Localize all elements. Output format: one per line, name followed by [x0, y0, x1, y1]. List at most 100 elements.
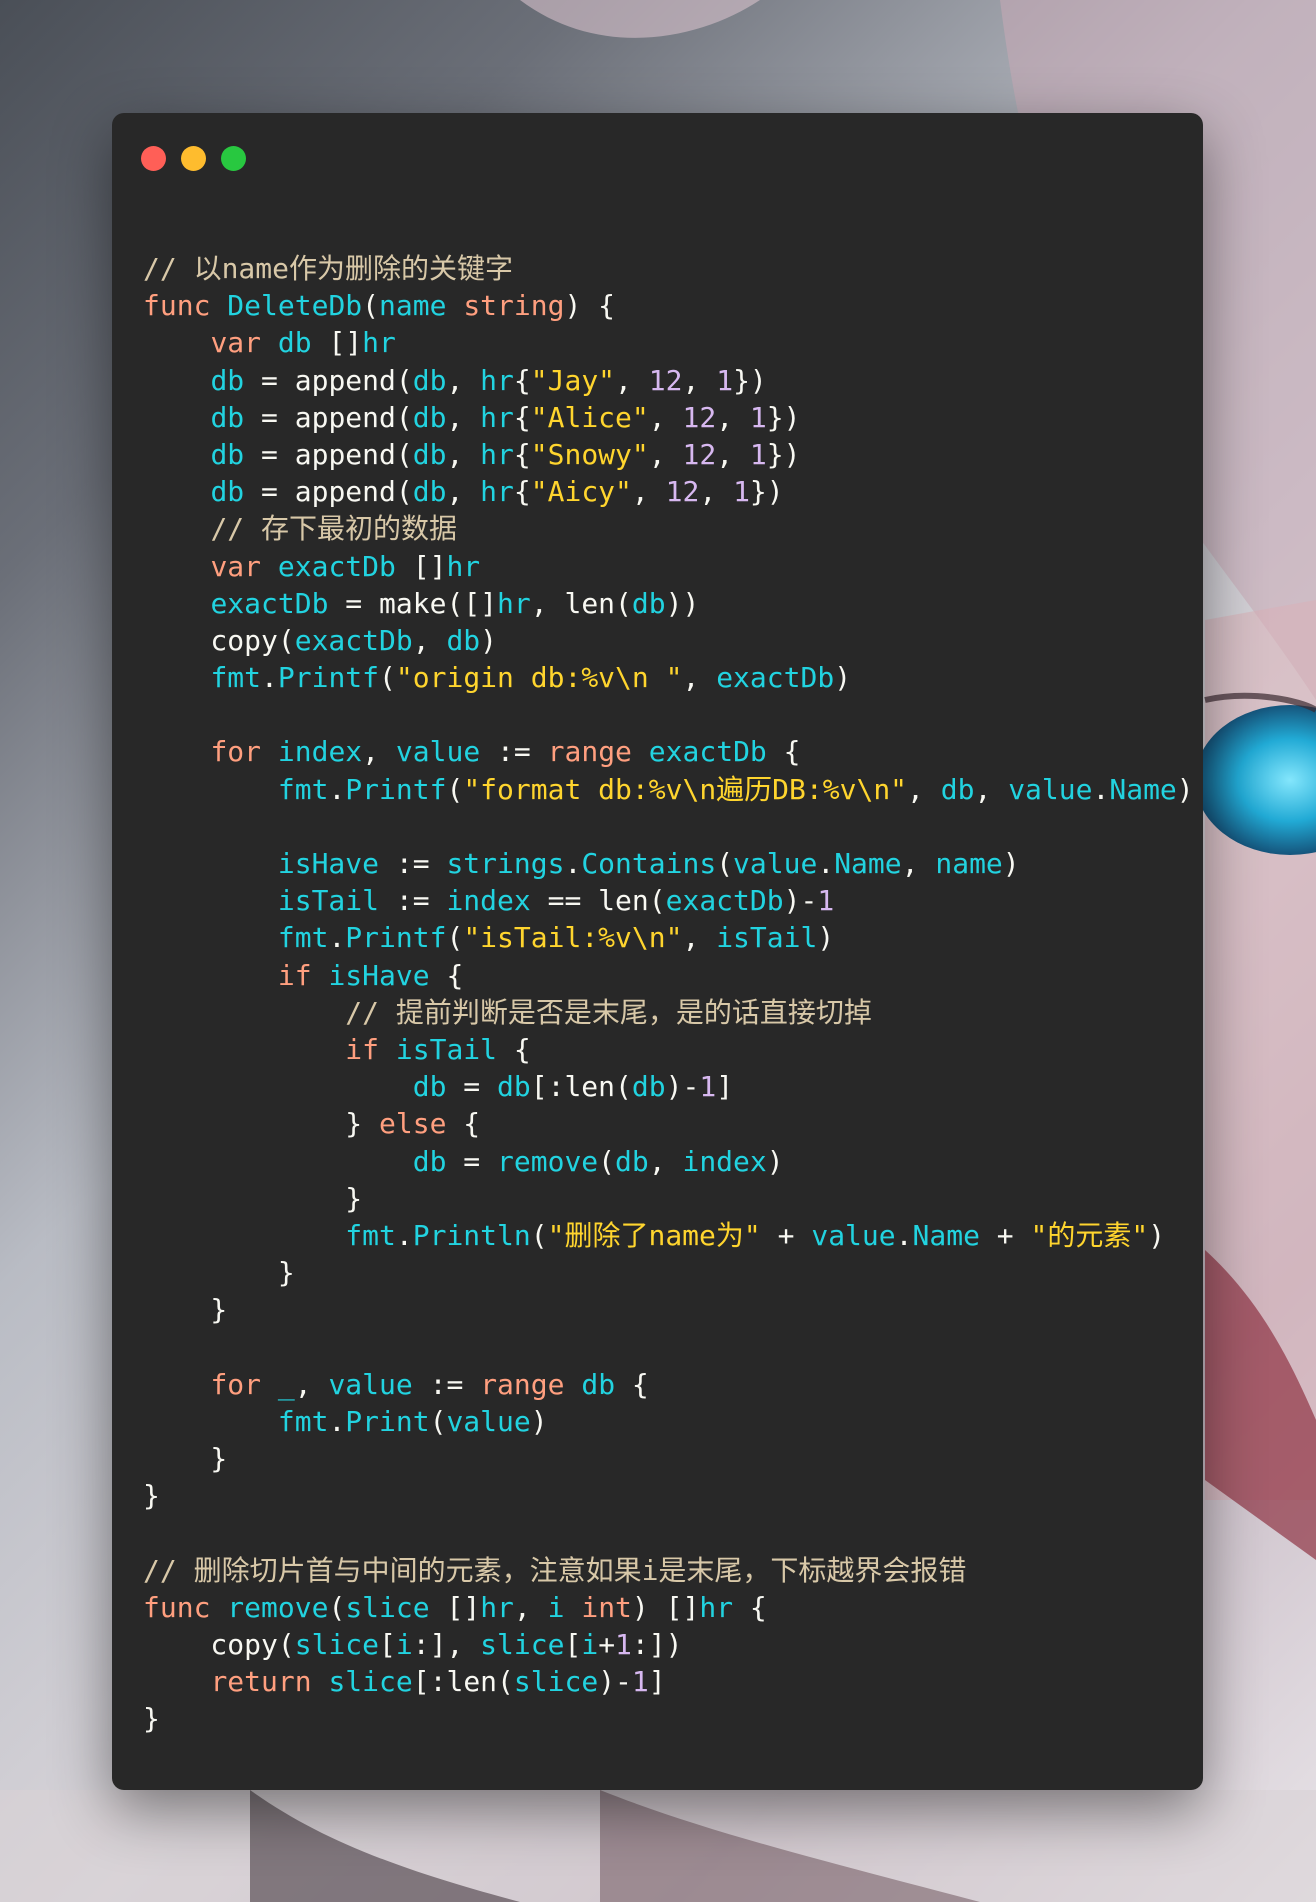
code-token-ident: db — [412, 1144, 447, 1178]
code-token-keyword: var — [210, 549, 278, 583]
code-token-ident: exactDb — [716, 661, 835, 695]
code-token-default: { — [513, 475, 531, 509]
code-token-string: "Alice" — [530, 400, 649, 434]
code-token-default: . — [817, 847, 835, 880]
code-token-default: } — [143, 1479, 160, 1513]
code-token-default: } — [143, 1181, 363, 1215]
code-token-default: + — [979, 1218, 1031, 1252]
code-token-ident: db — [412, 1070, 447, 1104]
code-token-ident: isHave — [277, 847, 380, 880]
code-token-number: 12 — [648, 363, 683, 397]
code-token-default: , — [682, 661, 717, 695]
code-token-default: . — [564, 847, 582, 880]
code-token-default: { — [446, 1107, 481, 1141]
code-token-ident: slice — [345, 1590, 447, 1624]
code-token-string: "Jay" — [530, 363, 616, 397]
code-token-default: )) — [665, 586, 700, 620]
code-token-default: , — [901, 847, 936, 880]
code-token-keyword: func — [143, 1590, 228, 1624]
code-token-ident: hr — [446, 549, 481, 583]
code-token-default: ) — [480, 623, 498, 657]
code-token-default: { — [766, 735, 801, 769]
code-token-ident: Name — [912, 1218, 980, 1252]
code-token-string: "origin db:%v\n " — [395, 661, 683, 695]
code-token-default: = make([] — [328, 586, 498, 620]
zoom-button[interactable] — [221, 146, 246, 171]
code-token-default: { — [513, 400, 531, 434]
code-token-default: . — [395, 1218, 413, 1252]
code-token-default: :]) — [631, 1627, 683, 1661]
code-token-default — [143, 1368, 210, 1401]
code-token-default: , — [362, 735, 396, 769]
code-token-number: 1 — [817, 884, 835, 918]
code-token-number: 1 — [631, 1665, 649, 1699]
code-token-ident: slice — [328, 1665, 413, 1699]
code-token-number: 12 — [682, 400, 717, 434]
code-token-keyword: var — [210, 326, 278, 360]
code-token-ident: isHave — [328, 958, 430, 992]
code-token-default: ) — [1002, 847, 1020, 880]
code-token-number: 1 — [615, 1627, 632, 1661]
code-token-default: , — [615, 363, 649, 397]
code-token-ident: hr — [480, 400, 514, 434]
code-token-default: } — [143, 1256, 295, 1290]
code-token-ident: isTail — [277, 884, 380, 918]
code-token-default — [143, 884, 278, 917]
code-token-default: ( — [362, 289, 380, 323]
code-token-default: , — [907, 772, 941, 806]
code-token-ident: exactDb — [277, 549, 413, 583]
code-token-type: string — [463, 289, 565, 323]
code-token-default: } — [143, 1442, 228, 1475]
code-token-default: [:len( — [530, 1070, 632, 1104]
code-token-ident: db — [497, 1070, 531, 1104]
code-token-default — [143, 773, 278, 806]
code-token-default: ( — [446, 772, 464, 806]
code-token-ident: fmt — [277, 921, 329, 955]
code-token-ident: hr — [497, 586, 531, 620]
code-token-ident: exactDb — [648, 735, 767, 769]
code-token-default: , — [682, 363, 717, 397]
code-token-default: . — [328, 772, 346, 806]
code-token-ident: hr — [480, 475, 514, 509]
code-line: exactDb = make([]hr, len(db)) — [143, 585, 1203, 622]
code-token-default: ) — [1148, 1218, 1166, 1252]
code-token-default: , — [648, 437, 683, 471]
code-token-ident: exactDb — [294, 623, 413, 657]
code-line: } — [143, 1440, 1203, 1477]
code-line: if isTail { — [143, 1031, 1203, 1068]
code-token-default — [143, 512, 210, 545]
code-token-default — [143, 921, 278, 954]
code-token-default: := — [379, 884, 447, 918]
code-token-default: ( — [716, 847, 734, 880]
code-token-func: Printf — [277, 661, 380, 695]
code-token-default — [143, 1405, 278, 1438]
code-line: for index, value := range exactDb { — [143, 733, 1203, 770]
code-token-ident: exactDb — [665, 884, 784, 918]
code-token-ident: db — [940, 772, 975, 806]
code-token-default: } — [143, 1293, 228, 1327]
close-button[interactable] — [141, 146, 166, 171]
code-token-default: = append( — [244, 437, 413, 471]
code-token-default: copy( — [143, 623, 295, 657]
code-token-string: "Snowy" — [530, 437, 649, 471]
code-token-number: 12 — [665, 475, 700, 509]
code-token-ident: db — [412, 437, 447, 471]
minimize-button[interactable] — [181, 146, 206, 171]
code-token-default — [143, 1070, 413, 1103]
code-line: copy(exactDb, db) — [143, 622, 1203, 659]
code-token-ident: db — [210, 475, 245, 509]
code-token-ident: name — [935, 847, 1003, 880]
code-token-default: , — [974, 772, 1009, 806]
code-token-ident: db — [412, 475, 447, 509]
code-token-default: := — [480, 735, 548, 769]
code-line: var db []hr — [143, 324, 1203, 361]
code-line: } — [143, 1477, 1203, 1514]
code-token-default: [ — [379, 1627, 396, 1661]
code-token-func: Printf — [345, 921, 447, 955]
code-token-default: ( — [446, 921, 464, 955]
code-token-default: , — [294, 1367, 329, 1401]
code-token-ident: index — [446, 884, 531, 918]
code-token-keyword: range — [480, 1367, 582, 1401]
code-token-default: , — [648, 400, 683, 434]
